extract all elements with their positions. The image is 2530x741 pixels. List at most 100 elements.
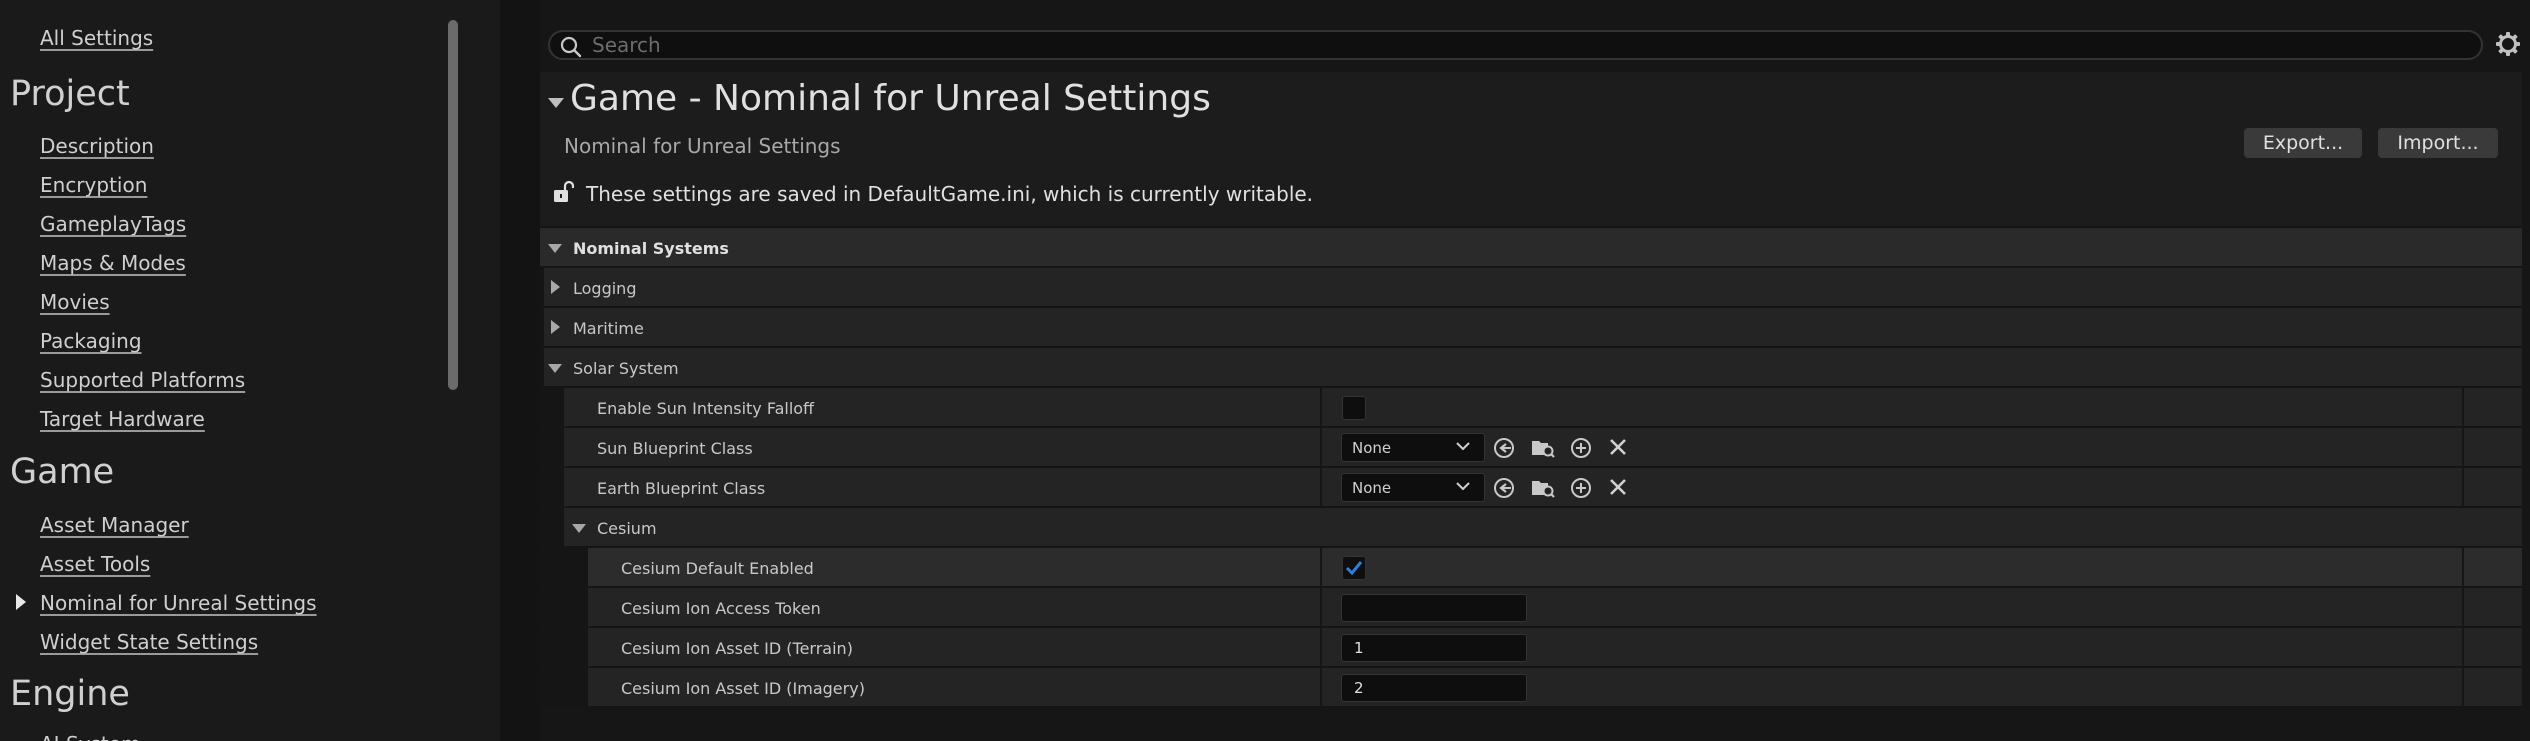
group-label: Logging bbox=[573, 279, 637, 298]
property-label: Cesium Default Enabled bbox=[621, 559, 814, 578]
indent-bar bbox=[540, 508, 564, 547]
sidebar-item-encryption[interactable]: Encryption bbox=[40, 173, 147, 197]
checkmark-icon bbox=[1345, 561, 1363, 576]
category-project: Project bbox=[10, 74, 130, 114]
sidebar-item-asset-manager[interactable]: Asset Manager bbox=[40, 513, 189, 537]
category-nominal-systems[interactable]: Nominal Systems bbox=[540, 228, 2522, 267]
sidebar-item-nominal-for-unreal-settings[interactable]: Nominal for Unreal Settings bbox=[40, 591, 317, 615]
expanded-arrow-icon[interactable] bbox=[548, 244, 562, 253]
property-earth-blueprint-class: Earth Blueprint Class None bbox=[540, 468, 2522, 507]
gear-icon[interactable] bbox=[2495, 31, 2521, 57]
property-label: Cesium Ion Asset ID (Imagery) bbox=[621, 679, 865, 698]
clear-icon[interactable] bbox=[1608, 437, 1628, 457]
property-cesium-default-enabled: Cesium Default Enabled bbox=[540, 548, 2522, 587]
sidebar-item-movies[interactable]: Movies bbox=[40, 290, 110, 314]
collapsed-arrow-icon[interactable] bbox=[551, 320, 560, 334]
chevron-down-icon bbox=[1456, 442, 1470, 451]
property-enable-sun-intensity-falloff: Enable Sun Intensity Falloff bbox=[540, 388, 2522, 427]
browse-folder-icon[interactable] bbox=[1530, 437, 1556, 459]
page-subtitle: Nominal for Unreal Settings bbox=[564, 134, 841, 158]
cesium-default-enabled-checkbox[interactable] bbox=[1342, 556, 1366, 580]
settings-sidebar: All Settings Project Description Encrypt… bbox=[0, 0, 500, 741]
dropdown-value: None bbox=[1352, 439, 1392, 457]
column-splitter bbox=[1320, 588, 1322, 627]
group-label: Solar System bbox=[573, 359, 679, 378]
chevron-down-icon bbox=[1456, 482, 1470, 491]
expanded-arrow-icon[interactable] bbox=[572, 524, 586, 533]
property-cesium-imagery-id: Cesium Ion Asset ID (Imagery) bbox=[540, 668, 2522, 707]
use-selected-icon[interactable] bbox=[1492, 477, 1516, 499]
import-button[interactable]: Import... bbox=[2378, 128, 2498, 158]
sun-blueprint-dropdown[interactable]: None bbox=[1341, 433, 1485, 462]
expanded-arrow-icon[interactable] bbox=[548, 364, 562, 373]
collapse-arrow-icon[interactable] bbox=[548, 98, 564, 108]
group-solar-system[interactable]: Solar System bbox=[540, 348, 2522, 387]
sidebar-scrollbar[interactable] bbox=[448, 20, 458, 390]
add-icon[interactable] bbox=[1570, 477, 1592, 499]
group-label: Maritime bbox=[573, 319, 644, 338]
column-splitter bbox=[1320, 668, 1322, 707]
browse-folder-icon[interactable] bbox=[1530, 477, 1556, 499]
use-selected-icon[interactable] bbox=[1492, 437, 1516, 459]
column-splitter bbox=[2462, 428, 2464, 467]
cesium-imagery-id-input[interactable] bbox=[1341, 674, 1527, 702]
settings-main-panel: Game - Nominal for Unreal Settings Nomin… bbox=[540, 0, 2530, 741]
column-splitter bbox=[1320, 548, 1322, 587]
indent-bar bbox=[540, 348, 544, 387]
earth-blueprint-dropdown[interactable]: None bbox=[1341, 473, 1485, 502]
column-splitter bbox=[1320, 628, 1322, 667]
group-maritime[interactable]: Maritime bbox=[540, 308, 2522, 347]
cesium-terrain-id-input[interactable] bbox=[1341, 634, 1527, 662]
search-bar bbox=[548, 30, 2483, 60]
sidebar-all-settings[interactable]: All Settings bbox=[40, 26, 153, 50]
search-input[interactable] bbox=[592, 33, 2452, 57]
search-icon bbox=[560, 36, 582, 58]
page-title: Game - Nominal for Unreal Settings bbox=[570, 78, 1211, 119]
export-button[interactable]: Export... bbox=[2244, 128, 2362, 158]
property-cesium-ion-access-token: Cesium Ion Access Token bbox=[540, 588, 2522, 627]
sidebar-item-target-hardware[interactable]: Target Hardware bbox=[40, 407, 205, 431]
sidebar-item-asset-tools[interactable]: Asset Tools bbox=[40, 552, 150, 576]
sidebar-item-packaging[interactable]: Packaging bbox=[40, 329, 142, 353]
indent-bar bbox=[540, 388, 564, 427]
category-label: Nominal Systems bbox=[573, 239, 729, 258]
column-splitter bbox=[1320, 468, 1322, 507]
column-splitter bbox=[1320, 388, 1322, 427]
property-label: Earth Blueprint Class bbox=[597, 479, 766, 498]
property-label: Cesium Ion Asset ID (Terrain) bbox=[621, 639, 853, 658]
sidebar-item-maps-modes[interactable]: Maps & Modes bbox=[40, 251, 186, 275]
add-icon[interactable] bbox=[1570, 437, 1592, 459]
column-splitter bbox=[2462, 628, 2464, 667]
settings-header: Game - Nominal for Unreal Settings Nomin… bbox=[540, 72, 2522, 226]
unlock-icon bbox=[554, 180, 574, 202]
indent-bar bbox=[540, 548, 588, 587]
property-label: Sun Blueprint Class bbox=[597, 439, 753, 458]
dropdown-value: None bbox=[1352, 479, 1392, 497]
group-cesium[interactable]: Cesium bbox=[540, 508, 2522, 547]
group-logging[interactable]: Logging bbox=[540, 268, 2522, 307]
category-engine: Engine bbox=[10, 674, 130, 714]
property-label: Enable Sun Intensity Falloff bbox=[597, 399, 815, 418]
sidebar-item-widget-state-settings[interactable]: Widget State Settings bbox=[40, 630, 258, 654]
column-splitter bbox=[2462, 388, 2464, 427]
sidebar-item-supported-platforms[interactable]: Supported Platforms bbox=[40, 368, 245, 392]
indent-bar bbox=[540, 588, 588, 627]
property-sun-blueprint-class: Sun Blueprint Class None bbox=[540, 428, 2522, 467]
sidebar-item-description[interactable]: Description bbox=[40, 134, 154, 158]
property-cesium-terrain-id: Cesium Ion Asset ID (Terrain) bbox=[540, 628, 2522, 667]
group-label: Cesium bbox=[597, 519, 657, 538]
sidebar-item-gameplaytags[interactable]: GameplayTags bbox=[40, 212, 186, 236]
clear-icon[interactable] bbox=[1608, 477, 1628, 497]
collapsed-arrow-icon[interactable] bbox=[551, 280, 560, 294]
panel-divider bbox=[500, 0, 540, 741]
indent-bar bbox=[540, 628, 588, 667]
indent-bar bbox=[540, 308, 544, 347]
cesium-ion-token-input[interactable] bbox=[1341, 594, 1527, 622]
writable-note: These settings are saved in DefaultGame.… bbox=[586, 182, 1314, 206]
column-splitter bbox=[2462, 468, 2464, 507]
selected-arrow-icon bbox=[16, 594, 26, 610]
column-splitter bbox=[1320, 428, 1322, 467]
sidebar-item-ai-system[interactable]: AI System bbox=[40, 732, 141, 741]
indent-bar bbox=[540, 468, 564, 507]
enable-sun-falloff-checkbox[interactable] bbox=[1342, 396, 1366, 420]
